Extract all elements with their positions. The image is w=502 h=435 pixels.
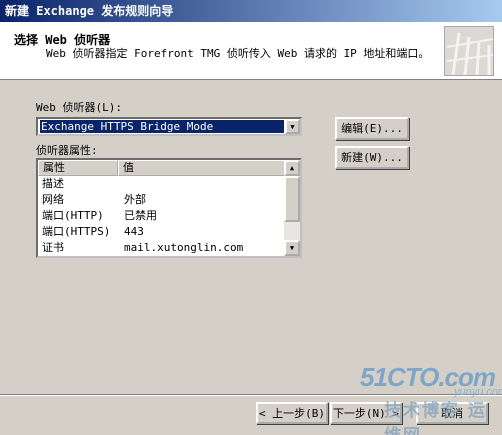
- row-property: 网络: [42, 193, 64, 206]
- table-row[interactable]: 端口(HTTP) 已禁用: [38, 208, 288, 224]
- page-subtitle: Web 侦听器指定 Forefront TMG 侦听传入 Web 请求的 IP …: [46, 47, 430, 60]
- column-header-value[interactable]: 值: [118, 160, 288, 176]
- row-property: 端口(HTTP): [42, 209, 104, 222]
- row-value: mail.xutonglin.com: [124, 241, 244, 254]
- row-value: [118, 176, 288, 192]
- row-value: 已禁用: [124, 209, 157, 222]
- wizard-logo-icon: [444, 26, 494, 76]
- wizard-header: 选择 Web 侦听器 Web 侦听器指定 Forefront TMG 侦听传入 …: [0, 22, 502, 80]
- row-value: 443: [124, 225, 144, 238]
- row-property: 证书: [42, 241, 64, 254]
- watermark: 51CTO.com yunyu.com 技术博客 运维网: [356, 360, 502, 435]
- row-property: 端口(HTTPS): [42, 225, 111, 238]
- listener-label: Web 侦听器(L):: [36, 101, 122, 114]
- listener-selected-value: Exchange HTTPS Bridge Mode: [40, 120, 284, 133]
- table-row[interactable]: 描述: [38, 176, 288, 192]
- table-row[interactable]: 证书 mail.xutonglin.com: [38, 240, 288, 256]
- new-button[interactable]: 新建(W)...: [335, 146, 409, 169]
- scrollbar-thumb[interactable]: [284, 176, 300, 222]
- list-header: 属性 值: [38, 160, 288, 176]
- listener-properties-list[interactable]: 属性 值 描述 网络 外部 端口(HTTP) 已禁用 端口(HTTPS) 443…: [36, 158, 302, 258]
- row-value: 外部: [124, 193, 146, 206]
- window-title: 新建 Exchange 发布规则向导: [5, 4, 174, 18]
- column-header-property[interactable]: 属性: [38, 160, 118, 176]
- properties-label: 侦听器属性:: [36, 144, 98, 157]
- watermark-text: 技术博客 运维网: [384, 401, 487, 435]
- title-bar: 新建 Exchange 发布规则向导: [0, 0, 502, 22]
- dropdown-arrow-icon[interactable]: ▼: [285, 119, 300, 134]
- table-row[interactable]: 端口(HTTPS) 443: [38, 224, 288, 240]
- listener-select[interactable]: Exchange HTTPS Bridge Mode ▼: [36, 117, 302, 136]
- scroll-up-icon[interactable]: ▲: [284, 160, 300, 176]
- edit-button[interactable]: 编辑(E)...: [335, 117, 409, 140]
- back-button[interactable]: < 上一步(B): [256, 402, 328, 424]
- vertical-scrollbar[interactable]: ▲ ▼: [284, 160, 300, 256]
- table-row[interactable]: 网络 外部: [38, 192, 288, 208]
- row-property: 描述: [42, 177, 64, 190]
- scroll-down-icon[interactable]: ▼: [284, 240, 300, 256]
